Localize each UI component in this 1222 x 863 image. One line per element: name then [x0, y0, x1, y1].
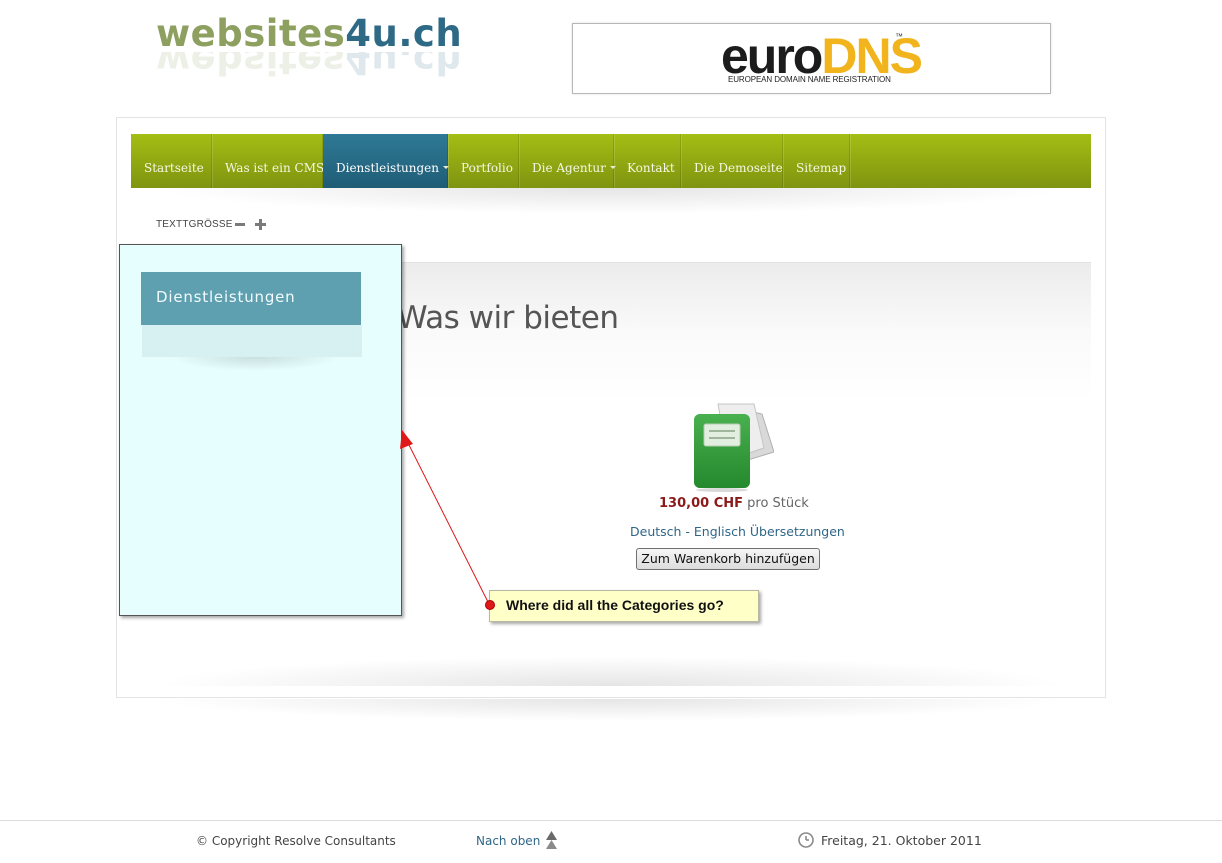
footer-divider: [0, 820, 1222, 821]
nav-item-startseite[interactable]: Startseite: [131, 134, 212, 188]
sidebar-heading: Dienstleistungen: [141, 272, 361, 325]
arrow-up-icon[interactable]: [545, 830, 558, 850]
clock-icon: [798, 832, 814, 848]
annotation-dot: [485, 600, 495, 610]
annotation-callout: Where did all the Categories go?: [485, 590, 759, 622]
add-to-cart-button[interactable]: Zum Warenkorb hinzufügen: [636, 548, 820, 570]
footer-date: Freitag, 21. Oktober 2011: [821, 833, 982, 848]
nav-item-die-agentur[interactable]: Die Agentur: [519, 134, 616, 188]
site-logo[interactable]: websites4u.ch websites4u.ch: [156, 12, 486, 82]
nav-item-portfolio[interactable]: Portfolio: [448, 134, 519, 188]
product-name-link[interactable]: Deutsch - Englisch Übersetzungen: [630, 524, 845, 539]
logo-part-1: websites: [156, 12, 346, 55]
sidebar-categories: Dienstleistungen: [119, 244, 402, 616]
nav-item-was-ist-ein-cms[interactable]: Was ist ein CMS?: [212, 134, 331, 188]
product-price: 130,00 CHF pro Stück: [659, 496, 809, 511]
price-amount: 130,00 CHF: [659, 496, 743, 511]
sidebar-heading-shadow: [170, 357, 340, 371]
logo-part-2: 4u.ch: [345, 12, 463, 55]
eurodns-banner[interactable]: euroDNS ™ EUROPEAN DOMAIN NAME REGISTRAT…: [572, 23, 1051, 94]
banner-trademark: ™: [895, 32, 903, 41]
logo-reflection: websites4u.ch: [156, 52, 463, 82]
wrapper-shadow: [150, 699, 1070, 721]
plus-icon[interactable]: [254, 217, 266, 231]
nav-shadow: [150, 188, 1070, 214]
content-bottom-shadow: [150, 656, 1070, 686]
footer-copyright: © Copyright Resolve Consultants: [196, 834, 396, 848]
nav-item-kontakt[interactable]: Kontakt: [614, 134, 681, 188]
back-to-top-link[interactable]: Nach oben: [476, 834, 540, 848]
nav-item-sitemap[interactable]: Sitemap: [783, 134, 850, 188]
green-folder-icon[interactable]: [688, 400, 774, 492]
textsize-label: TEXTTGRÖSSE: [156, 219, 233, 230]
banner-tagline: EUROPEAN DOMAIN NAME REGISTRATION: [728, 75, 891, 84]
minus-icon[interactable]: [234, 217, 246, 231]
nav-item-dienstleistungen[interactable]: Dienstleistungen: [323, 134, 449, 188]
price-unit: pro Stück: [747, 496, 809, 511]
page-title: Was wir bieten: [397, 300, 619, 336]
sidebar-category-list: [142, 325, 362, 357]
nav-item-die-demoseite[interactable]: Die Demoseite: [681, 134, 783, 188]
main-nav: Startseite Was ist ein CMS? Dienstleistu…: [131, 134, 1091, 188]
